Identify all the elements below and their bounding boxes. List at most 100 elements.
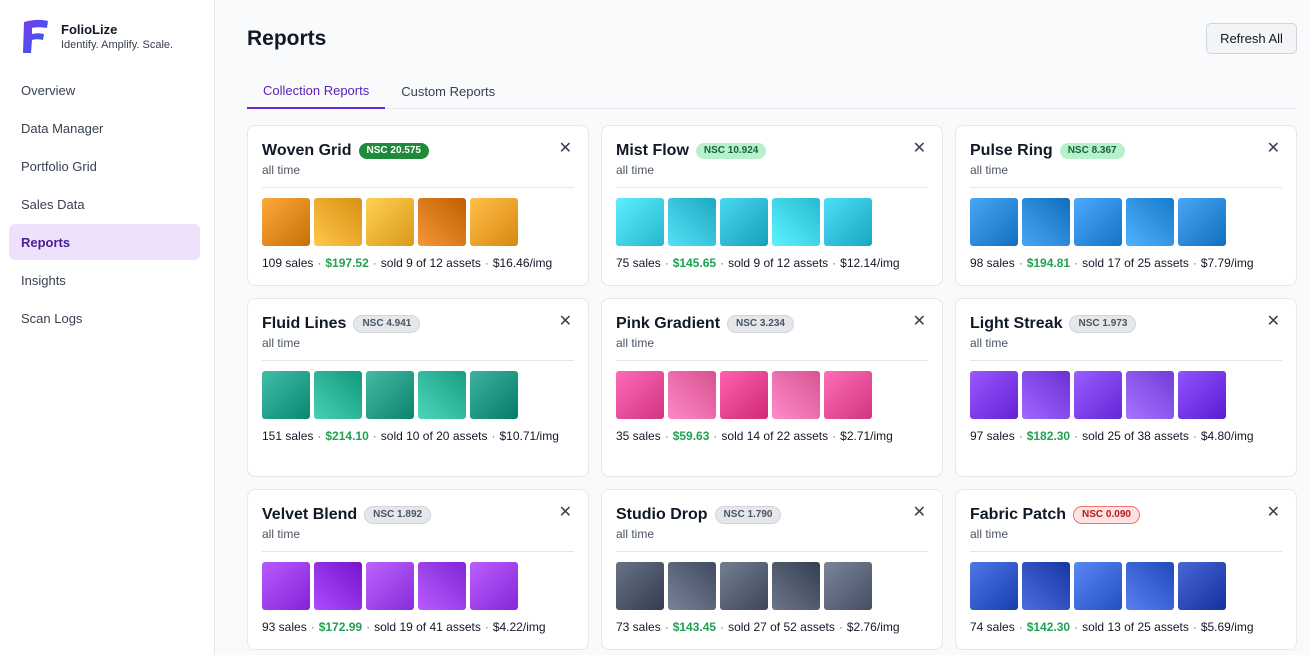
app-tagline: Identify. Amplify. Scale. [61,39,174,51]
sidebar-item-scan-logs[interactable]: Scan Logs [9,300,200,336]
sidebar-item-overview[interactable]: Overview [9,72,200,108]
asset-thumbnail[interactable] [970,371,1018,419]
asset-thumbnail[interactable] [1126,198,1174,246]
asset-thumbnail[interactable] [1074,562,1122,610]
report-stats: 35 sales · $59.63 · sold 14 of 22 assets · $2.… [616,429,893,443]
nsc-score-badge: NSC 1.790 [714,506,782,524]
card-divider [970,360,1282,361]
sidebar-item-sales-data[interactable]: Sales Data [9,186,200,222]
close-icon[interactable]: ✕ [1267,141,1280,157]
asset-thumbnail[interactable] [772,198,820,246]
sidebar-item-reports[interactable]: Reports [9,224,200,260]
close-icon[interactable]: ✕ [1267,505,1280,521]
app-name: FolioLize [61,22,118,37]
close-icon[interactable]: ✕ [913,141,926,157]
asset-thumbnail[interactable] [1178,371,1226,419]
asset-thumbnail[interactable] [1022,562,1070,610]
asset-thumbnails [616,562,928,610]
asset-thumbnail[interactable] [824,198,872,246]
close-icon[interactable]: ✕ [913,505,926,521]
asset-thumbnail[interactable] [262,198,310,246]
close-icon[interactable]: ✕ [913,314,926,330]
asset-thumbnail[interactable] [668,371,716,419]
earnings-amount: $143.45 [672,620,717,634]
report-card-title: Fabric Patch [970,506,1067,523]
asset-thumbnail[interactable] [772,562,820,610]
asset-thumbnail[interactable] [616,198,664,246]
card-divider [262,551,574,552]
asset-thumbnail[interactable] [720,371,768,419]
asset-thumbnail[interactable] [824,371,872,419]
asset-thumbnail[interactable] [1178,562,1226,610]
asset-thumbnail[interactable] [970,198,1018,246]
card-divider [262,187,574,188]
report-stats: 74 sales · $142.30 · sold 13 of 25 assets · $5… [970,620,1254,634]
tab-collection-reports[interactable]: Collection Reports [247,74,386,109]
report-stats: 151 sales · $214.10 · sold 10 of 20 assets · $… [262,429,559,443]
report-period: all time [970,527,1009,541]
asset-thumbnail[interactable] [366,371,414,419]
asset-thumbnail[interactable] [1074,198,1122,246]
nsc-score-badge: NSC 3.234 [727,315,794,333]
asset-thumbnail[interactable] [668,562,716,610]
asset-thumbnail[interactable] [418,562,466,610]
close-icon[interactable]: ✕ [559,314,572,330]
brand[interactable]: FolioLize Identify. Amplify. Scale. [21,18,173,55]
asset-thumbnail[interactable] [1126,371,1174,419]
report-period: all time [970,163,1009,177]
report-card-grid: Woven Grid NSC 20.575 ✕ all time 109 sal… [247,125,1309,650]
earnings-amount: $142.30 [1026,620,1071,634]
asset-thumbnail[interactable] [970,562,1018,610]
sidebar-item-insights[interactable]: Insights [9,262,200,298]
close-icon[interactable]: ✕ [559,141,572,157]
asset-thumbnail[interactable] [616,562,664,610]
earnings-amount: $59.63 [672,429,710,443]
asset-thumbnail[interactable] [314,198,362,246]
sidebar-item-data-manager[interactable]: Data Manager [9,110,200,146]
asset-thumbnail[interactable] [720,562,768,610]
asset-thumbnail[interactable] [470,371,518,419]
report-period: all time [262,163,301,177]
foliolize-logo-icon [23,19,48,54]
close-icon[interactable]: ✕ [1267,314,1280,330]
asset-thumbnail[interactable] [824,562,872,610]
asset-thumbnail[interactable] [366,562,414,610]
asset-thumbnail[interactable] [772,371,820,419]
nsc-score-badge: NSC 4.941 [353,315,421,333]
asset-thumbnail[interactable] [262,371,310,419]
tab-custom-reports[interactable]: Custom Reports [385,74,511,109]
close-icon[interactable]: ✕ [559,505,572,521]
refresh-all-button[interactable]: Refresh All [1206,23,1297,54]
asset-thumbnail[interactable] [418,198,466,246]
report-card-title: Mist Flow [616,142,689,159]
nsc-score-badge: NSC 1.973 [1069,315,1137,333]
report-card: Mist Flow NSC 10.924 ✕ all time 75 sales… [601,125,943,286]
assets-sold: sold 27 of 52 assets [728,620,835,634]
asset-thumbnail[interactable] [1022,198,1070,246]
asset-thumbnail[interactable] [1074,371,1122,419]
sidebar-item-portfolio-grid[interactable]: Portfolio Grid [9,148,200,184]
asset-thumbnail[interactable] [1126,562,1174,610]
report-period: all time [616,527,655,541]
asset-thumbnail[interactable] [1178,198,1226,246]
nsc-score-badge: NSC 8.367 [1059,143,1125,159]
asset-thumbnail[interactable] [314,371,362,419]
asset-thumbnail[interactable] [720,198,768,246]
sales-count: 35 sales [616,429,661,443]
nsc-score-badge: NSC 10.924 [695,143,767,159]
asset-thumbnail[interactable] [314,562,362,610]
report-period: all time [616,336,655,350]
asset-thumbnail[interactable] [1022,371,1070,419]
asset-thumbnails [970,562,1282,610]
assets-sold: sold 13 of 25 assets [1082,620,1189,634]
report-period: all time [262,336,301,350]
asset-thumbnail[interactable] [470,562,518,610]
asset-thumbnail[interactable] [470,198,518,246]
asset-thumbnail[interactable] [366,198,414,246]
assets-sold: sold 9 of 12 assets [728,256,829,270]
card-divider [970,187,1282,188]
asset-thumbnail[interactable] [262,562,310,610]
asset-thumbnail[interactable] [418,371,466,419]
asset-thumbnail[interactable] [668,198,716,246]
asset-thumbnail[interactable] [616,371,664,419]
